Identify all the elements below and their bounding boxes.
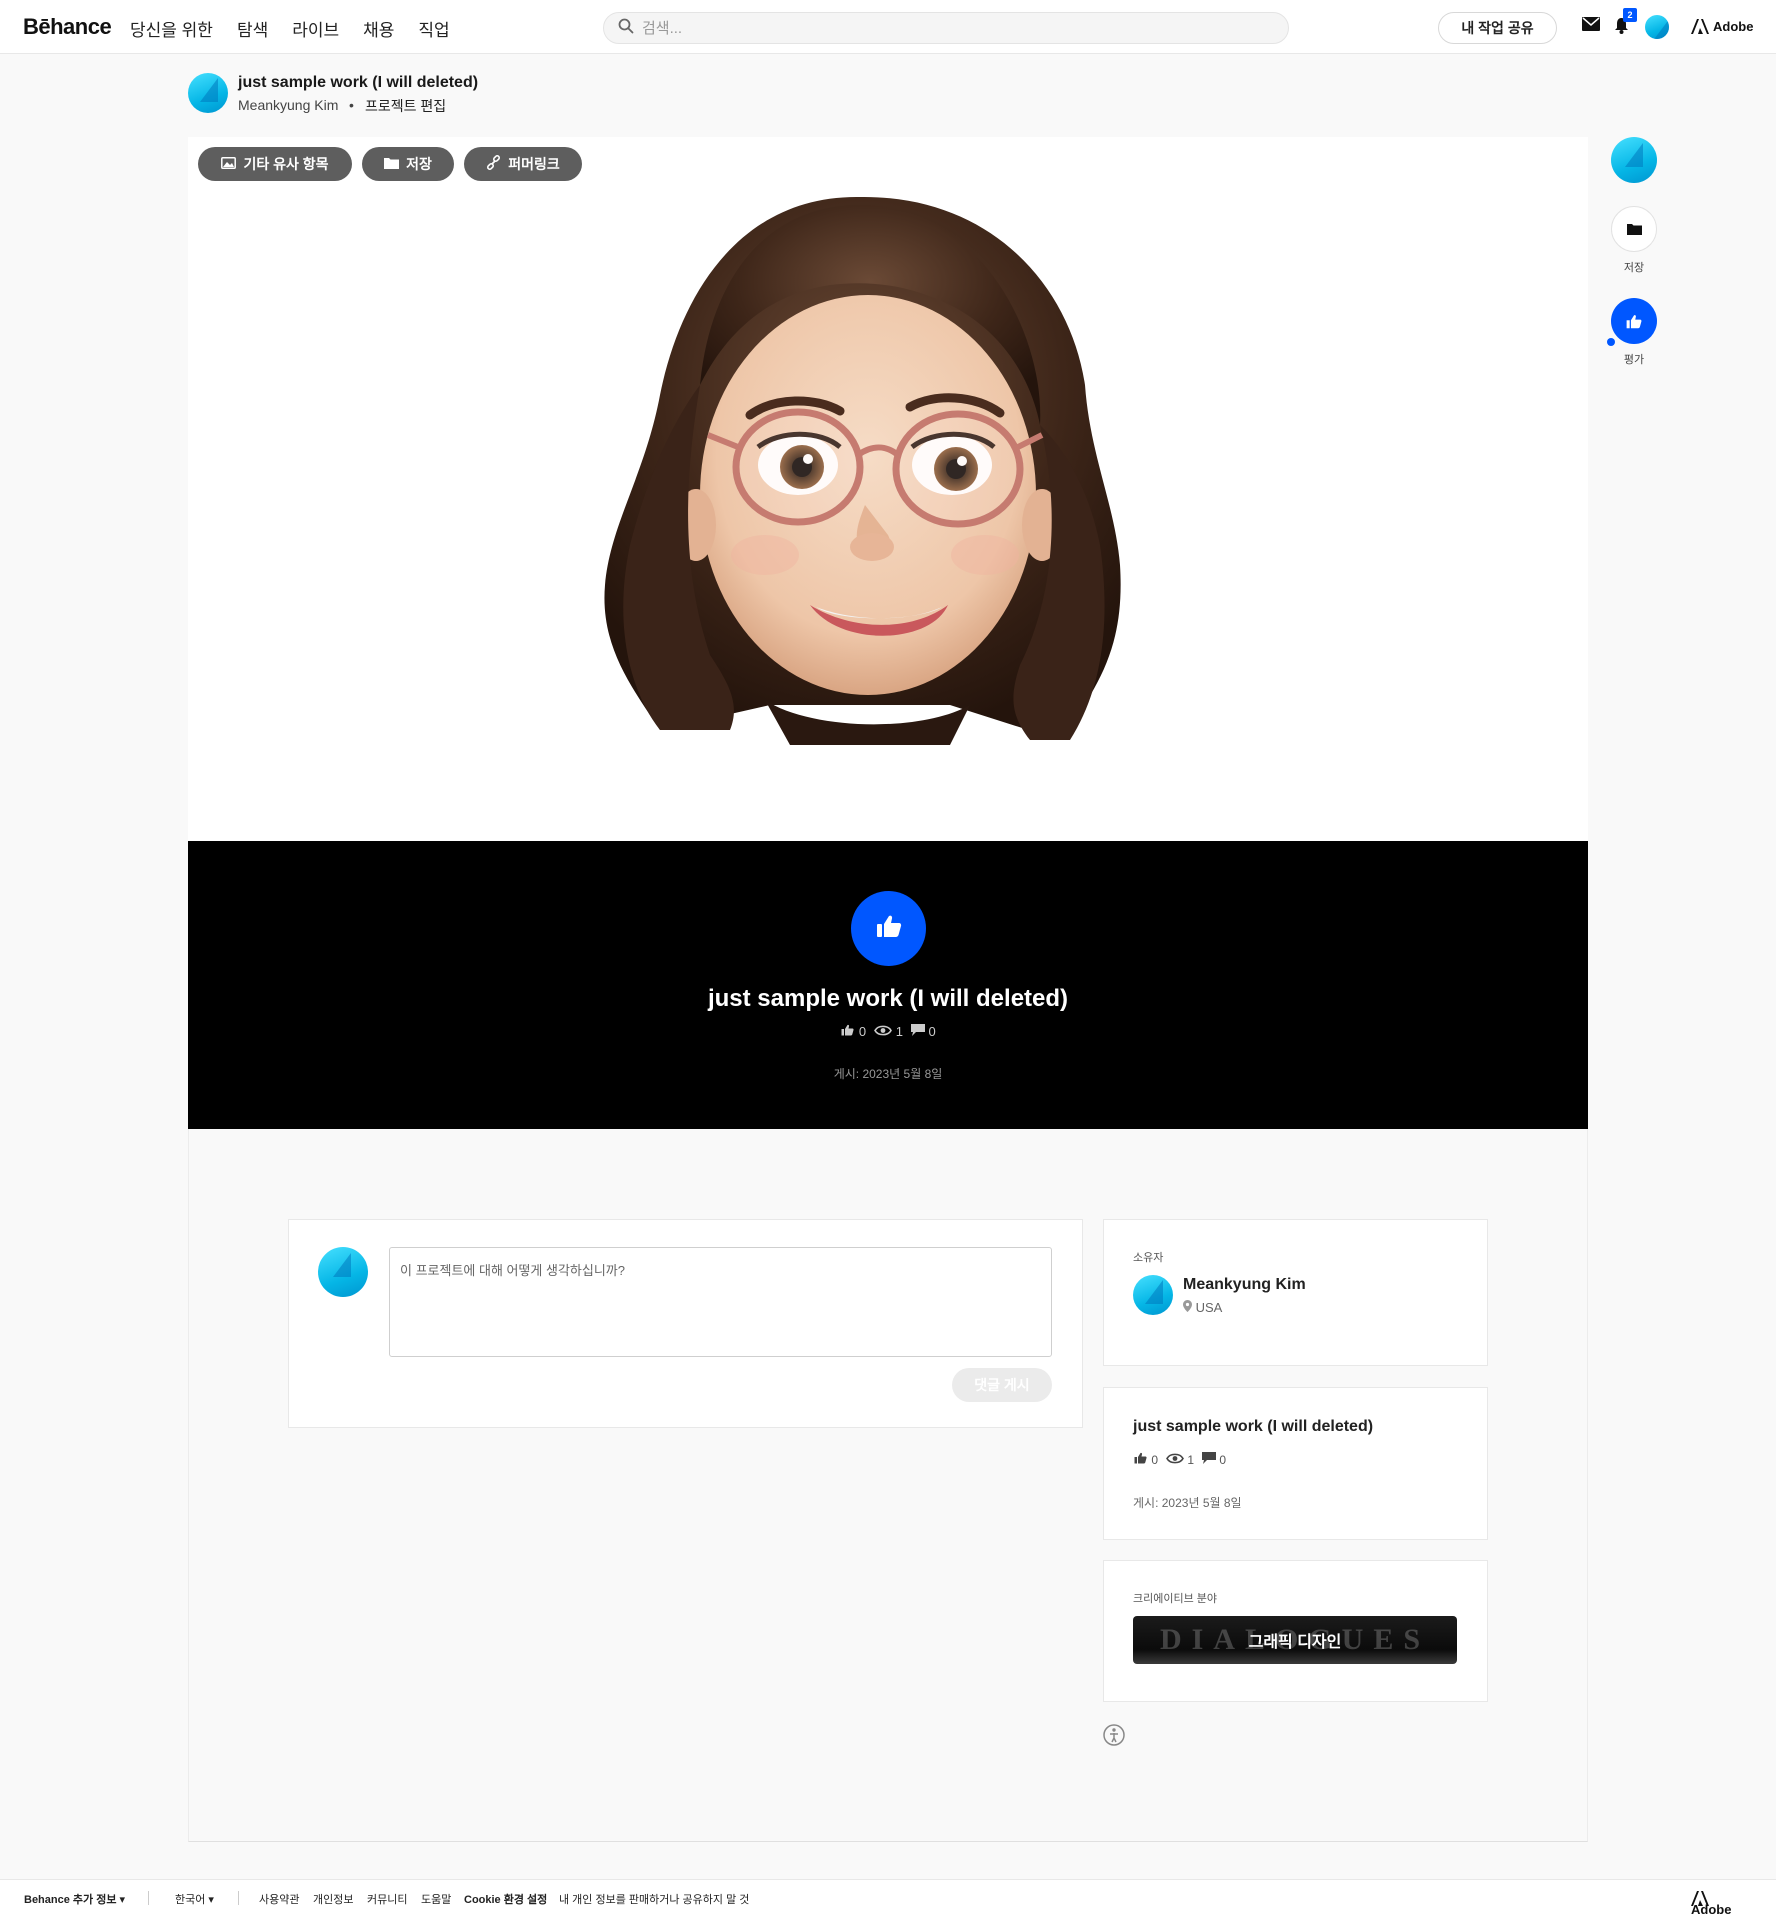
nav-live[interactable]: 라이브: [292, 16, 339, 41]
location-pin-icon: [1183, 1300, 1192, 1312]
accessibility-icon[interactable]: [1103, 1724, 1125, 1751]
search-icon: [618, 18, 634, 39]
thumbs-up-icon: [876, 914, 902, 943]
project-owner-avatar[interactable]: [188, 73, 228, 113]
footer-link-help[interactable]: 도움말: [421, 1891, 451, 1907]
post-comment-button[interactable]: 댓글 게시: [952, 1368, 1052, 1402]
thumbs-up-icon: [1626, 314, 1642, 328]
info-views-count: 1: [1187, 1452, 1195, 1467]
owner-card-avatar[interactable]: [1133, 1275, 1173, 1315]
info-card-published-date: 게시: 2023년 5월 8일: [1133, 1496, 1242, 1510]
views-icon: [1166, 1453, 1184, 1463]
project-image[interactable]: [590, 185, 1130, 755]
likes-icon: [841, 1024, 854, 1036]
sidebar-save-label: 저장: [1623, 262, 1645, 274]
info-card-title: just sample work (I will deleted): [1133, 1418, 1374, 1435]
footer-adobe-text: Adobe: [1691, 1902, 1732, 1915]
more-like-this-button[interactable]: 기타 유사 항목: [198, 147, 352, 181]
band-comments-count: 0: [928, 1024, 936, 1039]
band-project-title: just sample work (I will deleted): [707, 985, 1069, 1012]
more-like-this-label: 기타 유사 항목: [243, 156, 329, 172]
nav-hire[interactable]: 채용: [363, 16, 394, 41]
edit-project-link[interactable]: 프로젝트 편집: [365, 96, 446, 116]
footer-link-do-not-sell[interactable]: 내 개인 정보를 판매하거나 공유하지 말 것: [559, 1891, 749, 1907]
main-nav: 당신을 위한 탐색 라이브 채용 직업: [130, 16, 474, 41]
link-icon: [486, 154, 501, 173]
info-comments-count: 0: [1219, 1453, 1227, 1467]
footer-language[interactable]: 한국어 ▾: [175, 1891, 214, 1907]
search-input[interactable]: [642, 19, 1242, 37]
notification-count-badge: 2: [1623, 8, 1637, 22]
footer-more-info-label: Behance 추가 정보: [24, 1894, 117, 1906]
project-title: just sample work (I will deleted): [238, 74, 479, 91]
footer-divider: [148, 1891, 149, 1905]
band-views: 1: [874, 1024, 903, 1039]
sidebar-owner-avatar[interactable]: [1611, 137, 1657, 183]
creative-field-tile[interactable]: DIALOGUES 그래픽 디자인: [1133, 1616, 1457, 1664]
appreciate-button[interactable]: [851, 891, 926, 966]
footer-link-community[interactable]: 커뮤니티: [367, 1891, 407, 1907]
owner-card-label: 소유자: [1133, 1252, 1164, 1264]
adobe-icon: [1691, 19, 1709, 34]
band-published-date: 게시: 2023년 5월 8일: [833, 1067, 943, 1081]
likes-icon: [1134, 1452, 1147, 1464]
band-comments: 0: [910, 1024, 936, 1039]
comments-icon: [910, 1024, 925, 1036]
owner-card-location-text: USA: [1195, 1300, 1223, 1315]
footer-link-privacy[interactable]: 개인정보: [313, 1891, 353, 1907]
comments-icon: [1202, 1452, 1217, 1464]
comment-textarea[interactable]: [389, 1247, 1052, 1357]
appreciate-indicator-dot: [1607, 338, 1615, 346]
info-views: 1: [1166, 1453, 1194, 1467]
sidebar-save-button[interactable]: [1611, 206, 1657, 252]
canvas-save-label: 저장: [406, 156, 432, 172]
info-likes-count: 0: [1151, 1453, 1159, 1467]
top-navigation-bar: Bēhance 당신을 위한 탐색 라이브 채용 직업 내 작업 공유 2 Ad…: [0, 0, 1776, 54]
footer-link-cookie[interactable]: Cookie 환경 설정: [464, 1891, 547, 1907]
permalink-label: 퍼머링크: [508, 156, 560, 172]
footer-divider: [238, 1891, 239, 1905]
meta-separator: •: [349, 97, 354, 113]
owner-card-location: USA: [1183, 1300, 1222, 1315]
nav-for-you[interactable]: 당신을 위한: [130, 16, 213, 41]
sidebar-appreciate-label: 평가: [1623, 354, 1645, 366]
info-likes: 0: [1133, 1452, 1158, 1467]
adobe-logo[interactable]: Adobe: [1691, 19, 1753, 34]
permalink-button[interactable]: 퍼머링크: [464, 147, 582, 181]
nav-jobs[interactable]: 직업: [418, 16, 449, 41]
adobe-text: Adobe: [1713, 19, 1754, 34]
info-comments: 0: [1202, 1452, 1226, 1467]
folder-icon: [1626, 224, 1642, 235]
image-icon: [221, 156, 237, 172]
views-icon: [874, 1025, 892, 1036]
sidebar-appreciate-button[interactable]: [1611, 298, 1657, 344]
behance-logo[interactable]: Bēhance: [23, 14, 112, 40]
footer: Behance 추가 정보 ▾ 한국어 ▾ 사용약관 개인정보 커뮤니티 도움말…: [0, 1879, 1776, 1915]
band-likes: 0: [840, 1024, 866, 1039]
creative-field-label: 크리에이티브 분야: [1133, 1593, 1218, 1605]
info-card-stats: 0 1 0: [1133, 1452, 1226, 1467]
search-bar[interactable]: [603, 12, 1289, 44]
mail-icon[interactable]: [1582, 17, 1600, 36]
band-project-stats: 0 1 0: [188, 1024, 1588, 1039]
band-likes-count: 0: [858, 1024, 867, 1039]
commenter-avatar: [318, 1247, 368, 1297]
band-views-count: 1: [895, 1024, 903, 1039]
canvas-save-button[interactable]: 저장: [362, 147, 454, 181]
nav-explore[interactable]: 탐색: [237, 16, 268, 41]
user-avatar[interactable]: [1645, 15, 1669, 39]
folder-icon: [384, 156, 400, 172]
project-owner-link[interactable]: Meankyung Kim: [238, 97, 338, 113]
footer-adobe-logo[interactable]: Adobe: [1691, 1891, 1731, 1915]
creative-field-name: 그래픽 디자인: [1248, 1634, 1342, 1651]
owner-card-name[interactable]: Meankyung Kim: [1183, 1276, 1306, 1294]
share-work-button[interactable]: 내 작업 공유: [1438, 12, 1557, 44]
footer-language-label: 한국어: [175, 1894, 206, 1906]
footer-link-terms[interactable]: 사용약관: [259, 1891, 299, 1907]
footer-more-info[interactable]: Behance 추가 정보 ▾: [24, 1891, 125, 1907]
